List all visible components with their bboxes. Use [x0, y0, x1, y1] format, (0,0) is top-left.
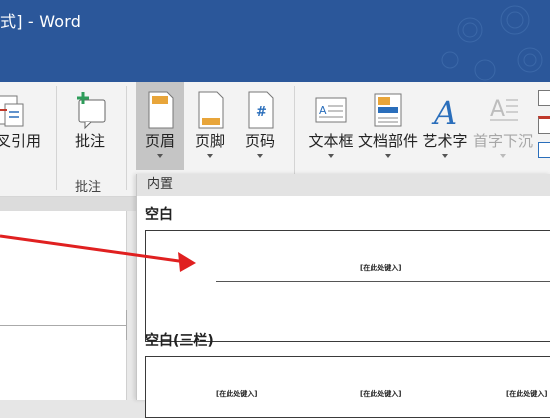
chevron-down-icon	[385, 154, 391, 158]
wordart-label: 艺术字	[422, 132, 468, 150]
header-button[interactable]: 页眉	[136, 82, 184, 170]
wordart-button[interactable]: A 艺术字	[418, 82, 472, 170]
window-title: 式] - Word	[0, 12, 82, 31]
quick-parts-label: 文档部件	[358, 132, 419, 150]
document-page[interactable]	[0, 211, 127, 400]
group-separator	[126, 86, 127, 190]
header-icon	[148, 91, 174, 129]
svg-text:A: A	[490, 97, 505, 122]
margin-guide-horizontal	[0, 325, 126, 326]
cross-reference-button[interactable]: 叉引用	[0, 82, 50, 170]
comment-group-label: 批注	[75, 180, 102, 195]
text-box-icon: A	[315, 97, 347, 123]
wordart-icon: A	[431, 94, 457, 130]
text-box-label: 文本框	[308, 132, 354, 150]
chevron-down-icon	[500, 154, 506, 158]
header-divider-line	[216, 281, 550, 282]
quick-parts-icon	[374, 93, 402, 127]
gallery-section-title: 空白	[145, 207, 173, 223]
svg-text:A: A	[319, 104, 327, 117]
text-box-button[interactable]: A 文本框	[304, 82, 358, 170]
title-bar-pattern	[441, 5, 543, 81]
chevron-down-icon	[442, 154, 448, 158]
header-gallery-dropdown: 内置 空白 [在此处键入] 空白(三栏) [在此处键入] [在此处键入] [在此…	[136, 174, 550, 418]
placeholder-text: [在此处键入]	[216, 390, 258, 398]
cross-reference-label: 叉引用	[0, 132, 42, 150]
placeholder-text: [在此处键入]	[360, 390, 402, 398]
placeholder-text: [在此处键入]	[506, 390, 548, 398]
drop-cap-label: 首字下沉	[472, 132, 533, 150]
drop-cap-button[interactable]: A 首字下沉	[472, 82, 534, 170]
signature-line-icon[interactable]	[538, 90, 550, 106]
svg-text:#: #	[256, 105, 267, 120]
placeholder-text: [在此处键入]	[360, 264, 402, 272]
drop-cap-icon: A	[490, 97, 518, 122]
date-time-icon[interactable]	[538, 116, 550, 134]
header-option-blank[interactable]: [在此处键入]	[145, 230, 550, 342]
chevron-down-icon	[157, 154, 163, 158]
gallery-category-header: 内置	[137, 174, 550, 196]
quick-parts-button[interactable]: 文档部件	[358, 82, 418, 170]
footer-button[interactable]: 页脚	[186, 82, 234, 170]
footer-label: 页脚	[194, 132, 225, 150]
page-number-label: 页码	[244, 132, 275, 150]
comment-add-icon	[77, 92, 106, 130]
new-comment-button[interactable]: 批注	[62, 82, 118, 170]
header-option-blank-three-column[interactable]: [在此处键入] [在此处键入] [在此处键入]	[145, 356, 550, 418]
comment-label: 批注	[74, 132, 105, 150]
gallery-section-title: 空白(三栏)	[145, 333, 214, 349]
page-number-button[interactable]: # 页码	[236, 82, 284, 170]
title-bar: 式] - Word	[0, 0, 550, 82]
chevron-down-icon	[207, 154, 213, 158]
chevron-down-icon	[257, 154, 263, 158]
margin-guide-vertical	[126, 310, 127, 340]
object-icon[interactable]	[538, 142, 550, 158]
header-label: 页眉	[144, 132, 175, 150]
svg-text:A: A	[431, 94, 457, 130]
cross-reference-icon	[0, 95, 24, 127]
group-separator	[56, 86, 57, 190]
chevron-down-icon	[328, 154, 334, 158]
page-number-icon: #	[248, 91, 274, 129]
ruler-strip	[0, 197, 136, 211]
footer-icon	[198, 91, 224, 129]
